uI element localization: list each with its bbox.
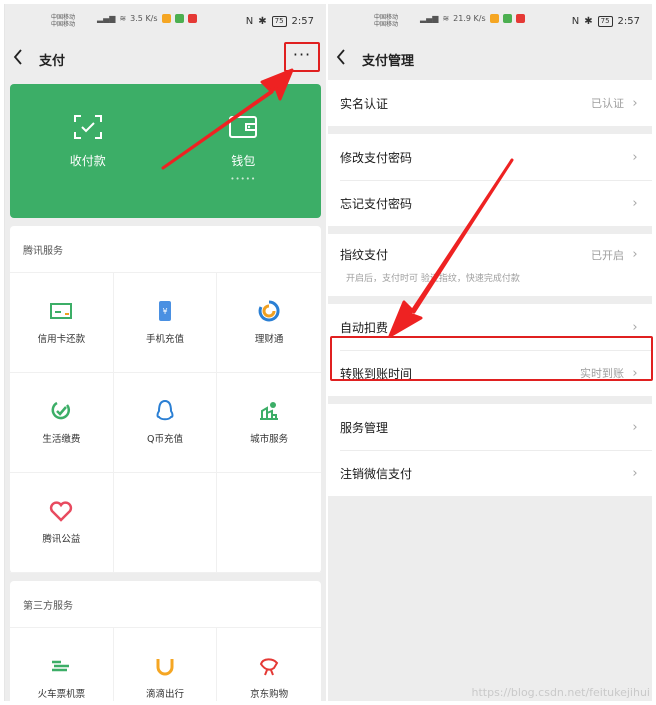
watermark: https://blog.csdn.net/feitukejihui <box>471 686 650 699</box>
arrow-to-transfer-row <box>388 158 514 338</box>
arrow-to-more-button <box>161 68 294 170</box>
annotation-arrows <box>161 68 514 338</box>
